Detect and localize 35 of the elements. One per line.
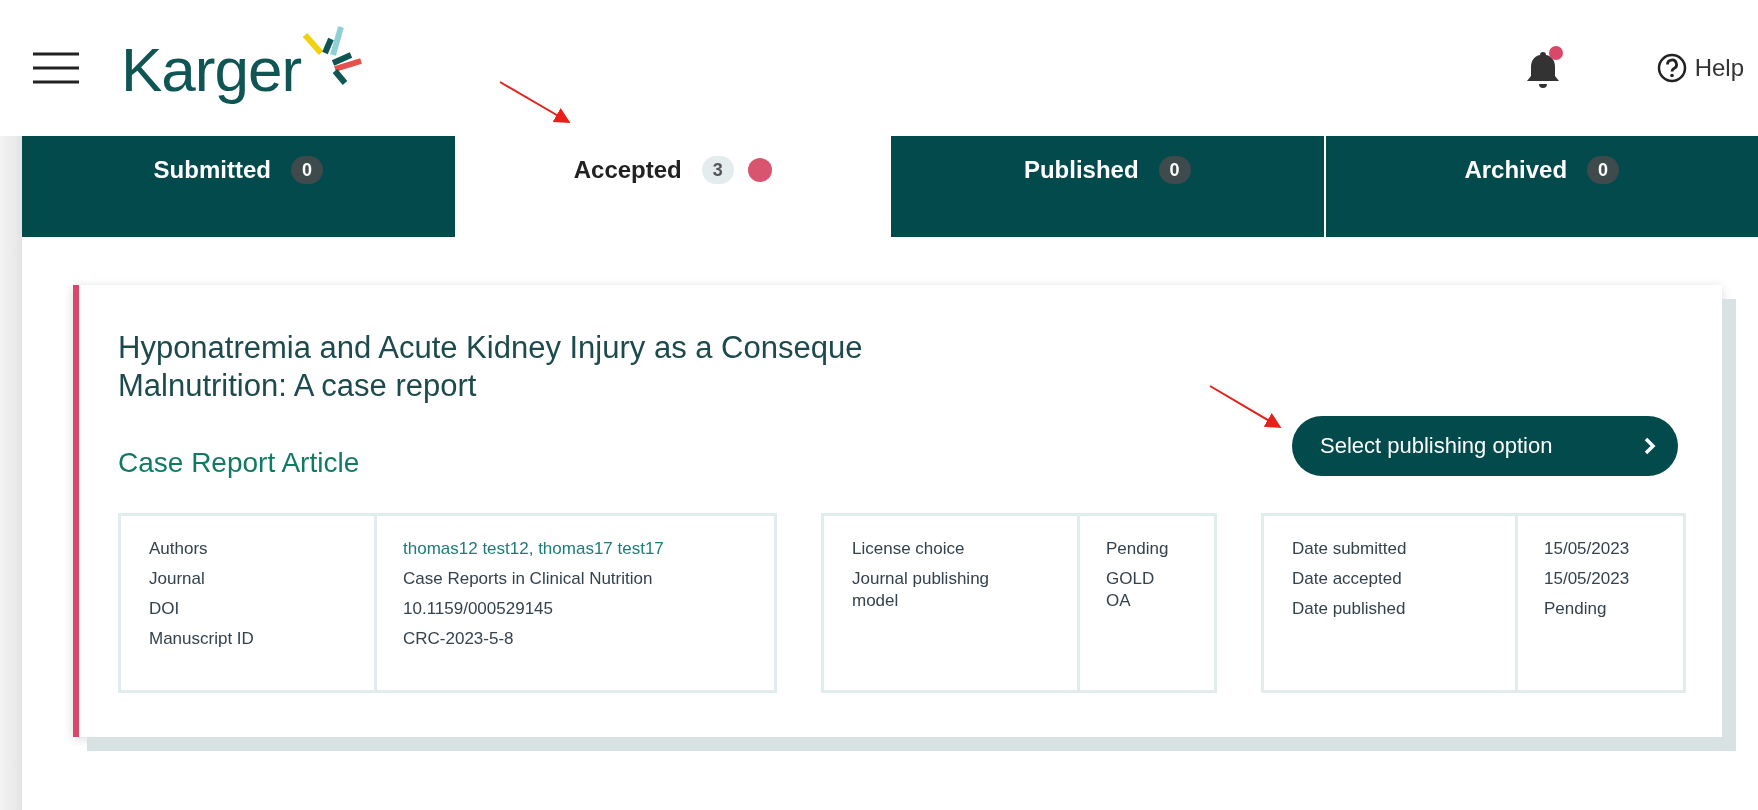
logo-sparks-icon [303,25,364,87]
info-value: 15/05/2023 [1544,538,1631,560]
count-badge: 3 [701,156,734,184]
info-value: GOLD OA [1106,568,1155,612]
select-publishing-option-button[interactable]: Select publishing option [1292,416,1678,476]
info-label: Authors [149,538,209,560]
count-badge: 0 [1587,156,1620,184]
info-label: Date published [1292,598,1407,620]
menu-icon[interactable] [33,52,79,84]
notification-bell-icon[interactable] [1524,46,1565,90]
info-value: Pending [1544,598,1608,620]
info-label: License choice [852,538,966,560]
article-title: Hyponatremia and Acute Kidney Injury as a Conseque [118,329,863,367]
count-badge: 0 [290,156,323,184]
info-value: CRC-2023-5-8 [403,628,515,650]
article-type: Case Report Article [118,447,361,479]
info-label: Journal [149,568,206,590]
status-tab[interactable]: Published 0 [889,136,1324,237]
authors-link[interactable]: thomas12 test12, thomas17 test17 [403,538,774,560]
chevron-right-icon [1644,437,1656,455]
status-tab[interactable]: Archived 0 [1323,136,1758,237]
article-title: Malnutrition: A case report [118,367,478,405]
count-badge: 0 [1158,156,1191,184]
info-label: Journal publishing model [852,568,991,612]
info-value: Case Reports in Clinical Nutrition [403,568,654,590]
info-label: DOI [149,598,181,620]
info-label: Manuscript ID [149,628,255,650]
help-link[interactable]: Help [1656,53,1744,83]
info-value: 15/05/2023 [1544,568,1631,590]
info-label: Date submitted [1292,538,1408,560]
info-value: Pending [1106,538,1169,560]
info-value: 10.1159/000529145 [403,598,554,620]
info-label: Date accepted [1292,568,1403,590]
help-icon [1656,53,1687,83]
status-tab[interactable]: Submitted 0 [22,136,455,237]
